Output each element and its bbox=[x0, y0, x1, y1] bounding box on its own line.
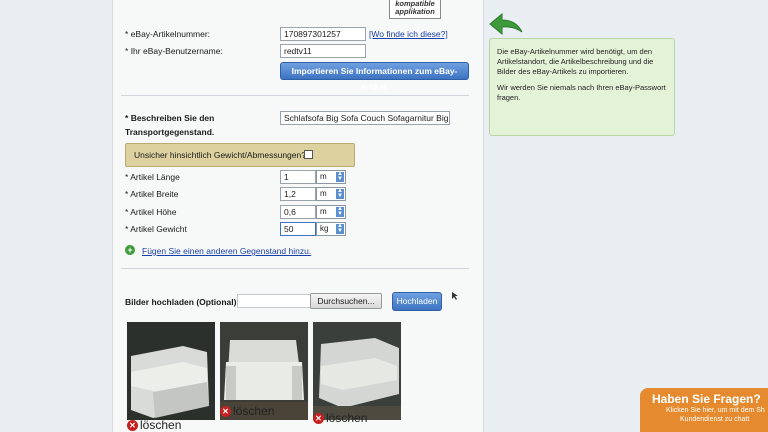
width-label-text: Artikel Breite bbox=[130, 189, 179, 199]
weight-input[interactable]: 50 bbox=[280, 222, 316, 236]
sofa-photo-1 bbox=[127, 322, 215, 420]
weight-label: * Artikel Gewicht bbox=[125, 224, 187, 234]
username-input[interactable]: redtv11 bbox=[280, 44, 366, 58]
file-path-input[interactable] bbox=[237, 294, 311, 308]
height-unit-value: m bbox=[320, 207, 327, 216]
describe-label: * Beschreiben Sie den bbox=[125, 113, 215, 123]
logo-text: kompatible applikation bbox=[395, 0, 435, 16]
weight-unit-value: kg bbox=[320, 224, 329, 233]
sofa-photo-3 bbox=[313, 322, 401, 420]
length-label: * Artikel Länge bbox=[125, 172, 180, 182]
form-panel: kompatible applikation * eBay-Artikelnum… bbox=[112, 0, 484, 432]
chevron-updown-icon: ▲ ▼ bbox=[336, 206, 344, 217]
browse-button[interactable]: Durchsuchen... bbox=[310, 293, 382, 309]
upload-button[interactable]: Hochladen bbox=[392, 292, 442, 311]
unsure-checkbox[interactable] bbox=[304, 150, 313, 159]
describe-label-line2: Transportgegenstand. bbox=[125, 127, 215, 137]
length-unit-value: m bbox=[320, 172, 327, 181]
sofa-image-1 bbox=[127, 322, 215, 420]
where-find-link[interactable]: [Wo finde ich diese?] bbox=[369, 29, 448, 39]
delete-image-2[interactable]: ✕ löschen bbox=[220, 404, 274, 418]
weight-label-text: Artikel Gewicht bbox=[130, 224, 187, 234]
help-tab-title: Haben Sie Fragen? bbox=[652, 392, 761, 406]
delete-image-3[interactable]: ✕ löschen bbox=[313, 411, 367, 425]
weight-unit-select[interactable]: kg ▲ ▼ bbox=[316, 222, 346, 236]
delete-icon: ✕ bbox=[313, 413, 324, 425]
width-label: * Artikel Breite bbox=[125, 189, 179, 199]
username-label: * Ihr eBay-Benutzername: bbox=[125, 46, 223, 56]
unsure-box: Unsicher hinsichtlich Gewicht/Abmessunge… bbox=[125, 143, 355, 167]
delete-label: löschen bbox=[326, 411, 368, 425]
length-unit-select[interactable]: m ▲ ▼ bbox=[316, 170, 346, 184]
delete-label: löschen bbox=[140, 418, 182, 432]
username-label-text: Ihr eBay-Benutzername: bbox=[130, 46, 223, 56]
delete-image-1[interactable]: ✕ löschen bbox=[127, 418, 181, 432]
info-paragraph-2: Wir werden Sie niemals nach Ihren eBay-P… bbox=[497, 83, 666, 102]
help-tab-line2: Kundendienst zu chatt bbox=[680, 416, 750, 423]
import-button[interactable]: Importieren Sie Informationen zum eBay-A… bbox=[280, 62, 469, 92]
width-unit-select[interactable]: m ▲ ▼ bbox=[316, 187, 346, 201]
height-input[interactable]: 0,6 bbox=[280, 205, 316, 219]
describe-label-line1: Beschreiben Sie den bbox=[130, 113, 215, 123]
length-label-text: Artikel Länge bbox=[130, 172, 180, 182]
upload-label: Bilder hochladen (Optional): bbox=[125, 297, 240, 307]
width-input[interactable]: 1,2 bbox=[280, 187, 316, 201]
height-unit-select[interactable]: m ▲ ▼ bbox=[316, 205, 346, 219]
help-tab[interactable]: Haben Sie Fragen? Klicken Sie hier, um m… bbox=[640, 388, 768, 432]
chevron-updown-icon: ▲ ▼ bbox=[336, 188, 344, 199]
item-number-input[interactable]: 170897301257 bbox=[280, 27, 366, 41]
info-paragraph-1: Die eBay-Artikelnummer wird benötigt, um… bbox=[497, 47, 654, 76]
divider-2 bbox=[121, 268, 469, 269]
height-label: * Artikel Höhe bbox=[125, 207, 177, 217]
delete-icon: ✕ bbox=[127, 420, 138, 432]
mouse-cursor-icon bbox=[452, 292, 458, 300]
divider-1 bbox=[121, 95, 469, 96]
info-box: Die eBay-Artikelnummer wird benötigt, um… bbox=[489, 38, 675, 136]
back-arrow-icon[interactable] bbox=[486, 12, 526, 36]
item-number-label-text: eBay-Artikelnummer: bbox=[130, 29, 211, 39]
height-label-text: Artikel Höhe bbox=[130, 207, 177, 217]
item-number-label: * eBay-Artikelnummer: bbox=[125, 29, 211, 39]
delete-icon: ✕ bbox=[220, 406, 231, 418]
delete-label: löschen bbox=[233, 404, 275, 418]
width-unit-value: m bbox=[320, 189, 327, 198]
add-icon[interactable]: + bbox=[125, 245, 135, 255]
chevron-updown-icon: ▲ ▼ bbox=[336, 223, 344, 234]
add-item-link[interactable]: Fügen Sie einen anderen Gegenstand hinzu… bbox=[142, 246, 311, 256]
length-input[interactable]: 1 bbox=[280, 170, 316, 184]
describe-input[interactable]: Schlafsofa Big Sofa Couch Sofagarnitur B… bbox=[280, 111, 450, 125]
sofa-image-3 bbox=[313, 322, 401, 420]
compatible-app-logo: kompatible applikation bbox=[389, 0, 441, 19]
unsure-label: Unsicher hinsichtlich Gewicht/Abmessunge… bbox=[134, 150, 306, 160]
chevron-updown-icon: ▲ ▼ bbox=[336, 171, 344, 182]
help-tab-line1: Klicken Sie hier, um mit dem Sh bbox=[666, 407, 765, 414]
